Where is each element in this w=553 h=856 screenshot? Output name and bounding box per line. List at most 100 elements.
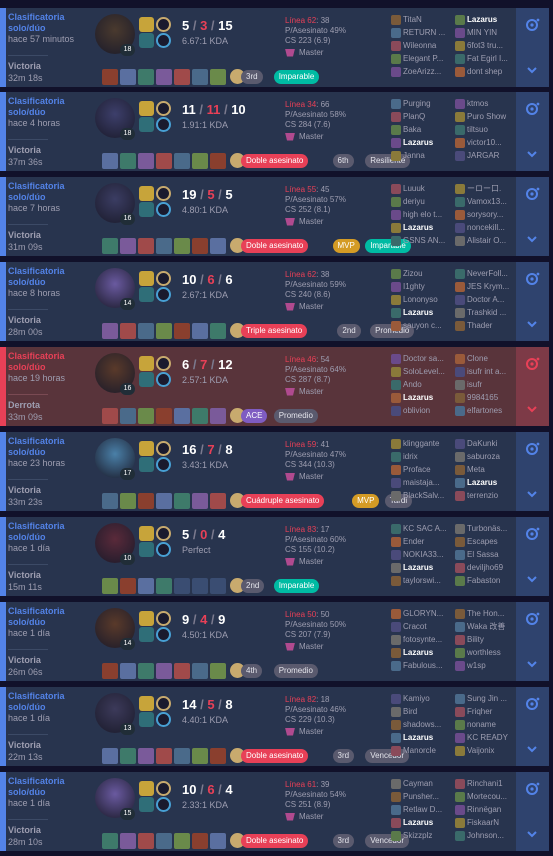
- player-name[interactable]: Proface: [403, 465, 453, 474]
- player-entry[interactable]: dont shep: [455, 65, 517, 78]
- summoner-spell-1-icon[interactable]: [139, 781, 154, 796]
- player-champion-icon[interactable]: [455, 562, 465, 573]
- item-icon[interactable]: [156, 238, 172, 254]
- player-name[interactable]: Bird: [403, 707, 453, 716]
- player-champion-icon[interactable]: [391, 438, 401, 449]
- player-champion-icon[interactable]: [455, 124, 465, 135]
- item-icon[interactable]: [174, 408, 190, 424]
- player-name[interactable]: Punsher...: [403, 792, 453, 801]
- player-name[interactable]: RETURN ...: [403, 28, 453, 37]
- player-champion-icon[interactable]: [455, 353, 465, 364]
- player-name[interactable]: Ender: [403, 537, 453, 546]
- player-name[interactable]: Sung Jin ...: [467, 694, 517, 703]
- player-name[interactable]: Vamox13...: [467, 197, 517, 206]
- match-row[interactable]: Clasificatoria solo/dúo hace 7 horas Victo…: [0, 177, 549, 256]
- player-name[interactable]: Lazarus: [403, 563, 453, 572]
- player-champion-icon[interactable]: [455, 830, 465, 841]
- player-champion-icon[interactable]: [391, 405, 401, 416]
- player-name[interactable]: Ando: [403, 380, 453, 389]
- player-entry[interactable]: Manorcle: [391, 744, 453, 757]
- player-champion-icon[interactable]: [455, 693, 465, 704]
- item-icon[interactable]: [102, 153, 118, 169]
- player-name[interactable]: Doctor sa...: [403, 354, 453, 363]
- player-name[interactable]: Janna: [403, 151, 453, 160]
- player-champion-icon[interactable]: [455, 791, 465, 802]
- player-name[interactable]: high elo t...: [403, 210, 453, 219]
- secondary-rune-icon[interactable]: [156, 33, 171, 48]
- player-entry[interactable]: Doctor sa...: [391, 352, 453, 365]
- player-entry[interactable]: Elegant P...: [391, 52, 453, 65]
- player-champion-icon[interactable]: [391, 268, 401, 279]
- player-entry[interactable]: Thader: [455, 319, 517, 332]
- player-entry[interactable]: Rinnëgan: [455, 803, 517, 816]
- player-champion-icon[interactable]: [391, 137, 401, 148]
- player-name[interactable]: elfartones: [467, 406, 517, 415]
- player-entry[interactable]: Zizou: [391, 267, 453, 280]
- player-champion-icon[interactable]: [455, 66, 465, 77]
- player-champion-icon[interactable]: [455, 817, 465, 828]
- player-entry[interactable]: Lazarus: [391, 731, 453, 744]
- player-entry[interactable]: victor10...: [455, 136, 517, 149]
- secondary-rune-icon[interactable]: [156, 457, 171, 472]
- player-entry[interactable]: Bility: [455, 633, 517, 646]
- chevron-down-icon[interactable]: [526, 404, 538, 414]
- item-icon[interactable]: [210, 408, 226, 424]
- summoner-spell-1-icon[interactable]: [139, 356, 154, 371]
- player-name[interactable]: 6fot3 tru...: [467, 41, 517, 50]
- match-row[interactable]: Clasificatoria solo/dúo hace 8 horas Victo…: [0, 262, 549, 341]
- player-entry[interactable]: RETURN ...: [391, 26, 453, 39]
- player-name[interactable]: DaKunki: [467, 439, 517, 448]
- player-entry[interactable]: Doctor A...: [455, 293, 517, 306]
- player-entry[interactable]: Meta: [455, 463, 517, 476]
- player-champion-icon[interactable]: [391, 451, 401, 462]
- player-name[interactable]: JES Krym...: [467, 282, 517, 291]
- summoner-spell-2-icon[interactable]: [139, 372, 154, 387]
- item-icon[interactable]: [102, 238, 118, 254]
- player-name[interactable]: noname: [467, 720, 517, 729]
- item-icon[interactable]: [102, 408, 118, 424]
- share-icon[interactable]: [524, 356, 541, 373]
- item-icon[interactable]: [210, 833, 226, 849]
- player-champion-icon[interactable]: [455, 98, 465, 109]
- player-champion-icon[interactable]: [455, 706, 465, 717]
- summoner-spell-2-icon[interactable]: [139, 457, 154, 472]
- player-name[interactable]: El Sassa: [467, 550, 517, 559]
- player-entry[interactable]: TitaN: [391, 13, 453, 26]
- item-icon[interactable]: [156, 323, 172, 339]
- player-entry[interactable]: FiskaarN: [455, 816, 517, 829]
- chevron-down-icon[interactable]: [526, 234, 538, 244]
- item-icon[interactable]: [174, 323, 190, 339]
- item-slot-empty[interactable]: [210, 578, 226, 594]
- player-champion-icon[interactable]: [455, 732, 465, 743]
- player-name[interactable]: Cracot: [403, 622, 453, 631]
- player-name[interactable]: The Hon...: [467, 609, 517, 618]
- player-name[interactable]: Thader: [467, 321, 517, 330]
- player-entry[interactable]: Vamox13...: [455, 195, 517, 208]
- player-champion-icon[interactable]: [391, 706, 401, 717]
- summoner-spell-2-icon[interactable]: [139, 33, 154, 48]
- player-entry[interactable]: Puro Show: [455, 110, 517, 123]
- player-champion-icon[interactable]: [391, 562, 401, 573]
- player-entry[interactable]: Janna: [391, 149, 453, 162]
- player-entry[interactable]: Turbonäs...: [455, 522, 517, 535]
- player-champion-icon[interactable]: [391, 27, 401, 38]
- item-icon[interactable]: [138, 323, 154, 339]
- player-champion-icon[interactable]: [455, 634, 465, 645]
- share-icon[interactable]: [524, 696, 541, 713]
- player-name[interactable]: deviljho69: [467, 563, 517, 572]
- player-champion-icon[interactable]: [391, 745, 401, 756]
- player-champion-icon[interactable]: [391, 392, 401, 403]
- player-name[interactable]: oblivion: [403, 406, 453, 415]
- chevron-down-icon[interactable]: [526, 744, 538, 754]
- player-name[interactable]: ZoeArizz...: [403, 67, 453, 76]
- player-champion-icon[interactable]: [391, 634, 401, 645]
- player-name[interactable]: NOKIA33...: [403, 550, 453, 559]
- player-champion-icon[interactable]: [391, 621, 401, 632]
- item-slot-empty[interactable]: [174, 578, 190, 594]
- player-entry[interactable]: NOKIA33...: [391, 548, 453, 561]
- player-name[interactable]: I1ghty: [403, 282, 453, 291]
- item-icon[interactable]: [174, 153, 190, 169]
- player-name[interactable]: worthless: [467, 648, 517, 657]
- keystone-rune-icon[interactable]: [156, 781, 171, 796]
- player-name[interactable]: ktmos: [467, 99, 517, 108]
